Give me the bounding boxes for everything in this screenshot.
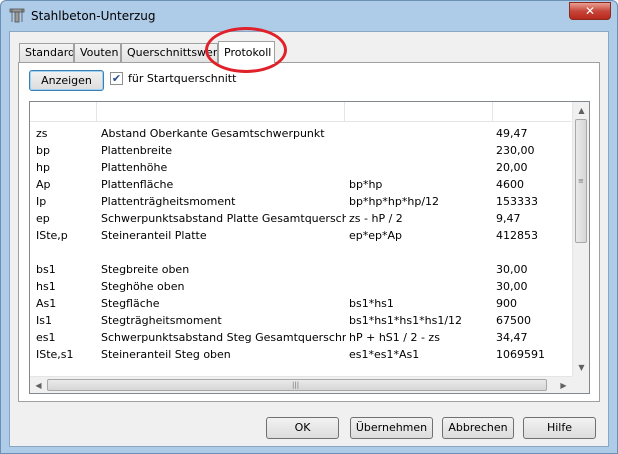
title-bar[interactable]: Stahlbeton-Unterzug ✕ [1, 1, 617, 31]
cell-value: 900 [496, 297, 517, 310]
cell-description: Steghöhe oben [101, 280, 185, 293]
cell-symbol: hp [36, 161, 50, 174]
cell-formula: es1*es1*As1 [349, 348, 420, 361]
column-separator[interactable] [96, 102, 97, 121]
cell-formula: ep*ep*Ap [349, 229, 403, 242]
table-row[interactable]: Is1 Stegträgheitsmoment bs1*hs1*hs1*hs1/12… [30, 312, 571, 329]
cell-description: Stegträgheitsmoment [101, 314, 222, 327]
cell-description: Plattenfläche [101, 178, 174, 191]
cell-description: Plattenträgheitsmoment [101, 195, 236, 208]
vertical-scrollbar[interactable]: ▲ ≡ ▼ [572, 102, 589, 376]
table-row[interactable]: As1 Stegfläche bs1*hs1 900 [30, 295, 571, 312]
cell-value: 49,47 [496, 127, 528, 140]
cell-value: 230,00 [496, 144, 535, 157]
scroll-corner [572, 376, 589, 393]
cancel-button[interactable]: Abbrechen [442, 417, 514, 439]
apply-button[interactable]: Übernehmen [350, 417, 433, 439]
table-row[interactable]: es1 Schwerpunktsabstand Steg Gesamtquersc… [30, 329, 571, 346]
cell-description: Abstand Oberkante Gesamtschwerpunkt [101, 127, 325, 140]
scroll-left-icon[interactable]: ◀ [30, 377, 47, 393]
cell-value: 30,00 [496, 263, 528, 276]
scroll-down-icon[interactable]: ▼ [573, 359, 589, 376]
cell-description: Schwerpunktsabstand Platte Gesamtquersch… [101, 212, 346, 225]
dialog-client: Standard Vouten Querschnittswerte Protok… [9, 31, 609, 447]
list-header [30, 102, 571, 122]
column-separator[interactable] [344, 102, 345, 121]
cell-symbol: Ip [36, 195, 47, 208]
cell-symbol: ISte,p [36, 229, 68, 242]
cell-description: Steineranteil Platte [101, 229, 207, 242]
cell-symbol: es1 [36, 331, 56, 344]
tab-vouten[interactable]: Vouten [74, 43, 121, 62]
table-row[interactable]: ISte,p Steineranteil Platte ep*ep*Ap 412853 [30, 227, 571, 244]
tab-querschnittswerte[interactable]: Querschnittswerte [121, 43, 218, 62]
dialog-window: Stahlbeton-Unterzug ✕ Standard Vouten Qu… [0, 0, 618, 454]
cell-value: 34,47 [496, 331, 528, 344]
cell-value: 30,00 [496, 280, 528, 293]
table-row[interactable]: ep Schwerpunktsabstand Platte Gesamtquers… [30, 210, 571, 227]
protokoll-panel: Anzeigen ✔ für Startquerschnitt zs Abstan… [18, 62, 600, 402]
cell-symbol: Is1 [36, 314, 52, 327]
cell-description: Plattenbreite [101, 144, 172, 157]
table-row[interactable]: zs Abstand Oberkante Gesamtschwerpunkt 49,… [30, 125, 571, 142]
cell-value: 67500 [496, 314, 531, 327]
cell-symbol: Ap [36, 178, 51, 191]
cell-description: Steineranteil Steg oben [101, 348, 231, 361]
cell-formula: bs1*hs1*hs1*hs1/12 [349, 314, 463, 327]
table-row[interactable]: bp Plattenbreite 230,00 [30, 142, 571, 159]
horizontal-scroll-thumb[interactable]: ||| [47, 379, 547, 391]
cell-symbol: ep [36, 212, 50, 225]
table-row[interactable]: Ap Plattenfläche bp*hp 4600 [30, 176, 571, 193]
protocol-list[interactable]: zs Abstand Oberkante Gesamtschwerpunkt 49,… [29, 101, 590, 394]
help-button[interactable]: Hilfe [523, 417, 596, 439]
cell-symbol: bs1 [36, 263, 56, 276]
cell-description: Stegfläche [101, 297, 160, 310]
table-row[interactable]: hp Plattenhöhe 20,00 [30, 159, 571, 176]
cell-formula: zs - hP / 2 [349, 212, 403, 225]
list-rows: zs Abstand Oberkante Gesamtschwerpunkt 49,… [30, 125, 571, 363]
tab-standard[interactable]: Standard [19, 43, 74, 62]
table-row[interactable] [30, 244, 571, 261]
cell-description: Plattenhöhe [101, 161, 168, 174]
cell-symbol: hs1 [36, 280, 56, 293]
cell-value: 1069591 [496, 348, 545, 361]
scroll-right-icon[interactable]: ▶ [555, 377, 572, 393]
table-row[interactable]: ISte,s1 Steineranteil Steg oben es1*es1*As… [30, 346, 571, 363]
cell-formula: bp*hp*hp*hp/12 [349, 195, 440, 208]
cell-value: 153333 [496, 195, 538, 208]
scroll-up-icon[interactable]: ▲ [573, 102, 589, 119]
window-title: Stahlbeton-Unterzug [31, 9, 156, 23]
cell-symbol: ISte,s1 [36, 348, 74, 361]
cell-symbol: As1 [36, 297, 57, 310]
table-row[interactable]: hs1 Steghöhe oben 30,00 [30, 278, 571, 295]
cell-symbol: bp [36, 144, 50, 157]
cell-value: 4600 [496, 178, 524, 191]
cell-value: 412853 [496, 229, 538, 242]
ok-button[interactable]: OK [266, 417, 339, 439]
column-separator[interactable] [492, 102, 493, 121]
column-icon [9, 8, 25, 24]
cell-value: 9,47 [496, 212, 521, 225]
cell-formula: hP + hS1 / 2 - zs [349, 331, 440, 344]
start-section-label: für Startquerschnitt [128, 72, 237, 85]
cell-formula: bs1*hs1 [349, 297, 394, 310]
start-section-checkbox[interactable]: ✔ [110, 72, 123, 85]
cell-description: Stegbreite oben [101, 263, 190, 276]
close-button[interactable]: ✕ [569, 2, 611, 20]
cell-symbol: zs [36, 127, 48, 140]
cell-value: 20,00 [496, 161, 528, 174]
cell-formula: bp*hp [349, 178, 383, 191]
table-row[interactable]: Ip Plattenträgheitsmoment bp*hp*hp*hp/12 15… [30, 193, 571, 210]
show-button[interactable]: Anzeigen [29, 70, 104, 91]
cell-description: Schwerpunktsabstand Steg Gesamtquerschni… [101, 331, 346, 344]
vertical-scroll-thumb[interactable]: ≡ [575, 119, 587, 243]
tab-protokoll[interactable]: Protokoll [218, 41, 275, 64]
horizontal-scrollbar[interactable]: ◀ ||| ▶ [30, 376, 572, 393]
table-row[interactable]: bs1 Stegbreite oben 30,00 [30, 261, 571, 278]
